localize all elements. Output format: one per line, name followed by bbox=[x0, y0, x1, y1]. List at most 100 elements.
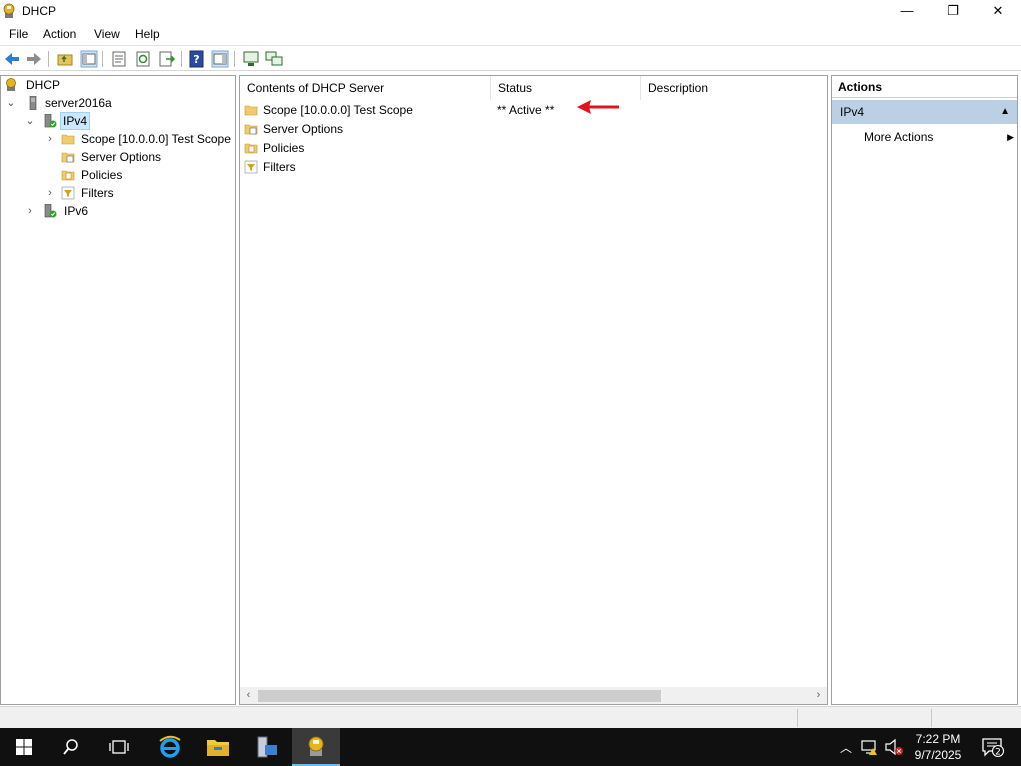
status-separator bbox=[931, 709, 932, 727]
server-options-icon bbox=[61, 152, 75, 163]
taskbar-file-explorer[interactable] bbox=[194, 728, 242, 766]
show-hide-tree-icon[interactable] bbox=[80, 50, 98, 68]
list-row-name: Policies bbox=[263, 141, 305, 155]
task-view-icon bbox=[109, 740, 129, 754]
chevron-up-icon: ︿ bbox=[839, 740, 852, 755]
list-row[interactable]: Scope [10.0.0.0] Test Scope ** Active ** bbox=[244, 101, 824, 120]
policies-icon bbox=[61, 170, 75, 181]
properties-icon[interactable] bbox=[110, 50, 128, 68]
clock[interactable]: 7:22 PM 9/7/2025 bbox=[903, 731, 973, 763]
chevron-right-icon[interactable]: › bbox=[44, 130, 56, 148]
server-authorize-icon[interactable] bbox=[265, 50, 283, 68]
column-header-status[interactable]: Status bbox=[491, 76, 641, 100]
ipv6-icon bbox=[44, 204, 57, 218]
filters-icon bbox=[244, 160, 258, 174]
show-hidden-icons-button[interactable]: ︿ bbox=[836, 728, 856, 766]
menu-file[interactable]: File bbox=[9, 27, 28, 41]
folder-icon bbox=[61, 134, 75, 145]
taskbar-internet-explorer[interactable] bbox=[146, 728, 194, 766]
toolbar: ? bbox=[0, 45, 1021, 71]
menu-view[interactable]: View bbox=[94, 27, 120, 41]
list-row-name: Server Options bbox=[263, 122, 344, 136]
volume-muted-icon bbox=[885, 738, 903, 756]
tree-label: server2016a bbox=[45, 96, 112, 110]
dhcp-app-icon bbox=[308, 736, 324, 756]
filters-icon bbox=[61, 186, 75, 200]
actions-group-ipv4[interactable]: IPv4 ▲ bbox=[832, 100, 1017, 124]
dhcp-root-icon bbox=[6, 78, 16, 91]
status-separator bbox=[797, 709, 798, 727]
forward-icon[interactable] bbox=[25, 50, 43, 68]
menu-help[interactable]: Help bbox=[135, 27, 160, 41]
tree-label: IPv6 bbox=[64, 204, 89, 218]
list-row-name: Filters bbox=[263, 160, 296, 174]
submenu-arrow-icon: ▶ bbox=[1007, 132, 1014, 142]
taskbar-server-manager[interactable] bbox=[243, 728, 291, 766]
list-row-status: ** Active ** bbox=[497, 103, 555, 117]
maximize-button[interactable]: ❐ bbox=[930, 0, 976, 22]
internet-explorer-icon bbox=[159, 735, 181, 758]
toolbar-separator bbox=[181, 51, 182, 67]
task-view-button[interactable] bbox=[95, 728, 143, 766]
server-options-icon bbox=[244, 124, 258, 135]
column-header-contents[interactable]: Contents of DHCP Server bbox=[240, 76, 491, 100]
close-button[interactable]: ✕ bbox=[975, 0, 1021, 22]
back-icon[interactable] bbox=[3, 50, 21, 68]
action-center-button[interactable]: 2 bbox=[978, 728, 1008, 766]
ipv4-icon bbox=[44, 114, 57, 128]
scroll-left-icon[interactable]: ‹ bbox=[240, 687, 257, 704]
server-icon bbox=[29, 96, 37, 110]
list-row[interactable]: Policies bbox=[244, 139, 824, 158]
notification-count: 2 bbox=[995, 748, 1001, 758]
tree-label: Scope [10.0.0.0] Test Scope bbox=[81, 132, 231, 146]
more-actions-item[interactable]: More Actions ▶ bbox=[864, 127, 1014, 147]
search-icon bbox=[63, 739, 78, 755]
start-button[interactable] bbox=[0, 728, 48, 766]
actions-title: Actions bbox=[832, 76, 1017, 98]
tree-label: Filters bbox=[81, 186, 114, 200]
more-actions-label: More Actions bbox=[864, 130, 934, 144]
svg-text:?: ? bbox=[193, 53, 199, 66]
collapse-up-icon[interactable]: ▲ bbox=[1000, 100, 1010, 124]
windows-logo-icon bbox=[16, 739, 32, 755]
up-folder-icon[interactable] bbox=[56, 50, 74, 68]
action-pane-icon[interactable] bbox=[211, 50, 229, 68]
clock-date: 9/7/2025 bbox=[914, 748, 962, 762]
menu-bar: File Action View Help bbox=[0, 23, 1021, 44]
tree-label-selected: IPv4 bbox=[60, 112, 91, 130]
list-row[interactable]: Filters bbox=[244, 158, 824, 177]
network-warning-icon bbox=[861, 740, 877, 755]
red-arrow-annotation bbox=[577, 100, 619, 114]
toolbar-separator bbox=[234, 51, 235, 67]
toolbar-separator bbox=[102, 51, 103, 67]
taskbar: ︿ 7:22 PM 9/7/2025 2 bbox=[0, 728, 1021, 766]
refresh-icon[interactable] bbox=[134, 50, 152, 68]
chevron-down-icon[interactable]: ⌄ bbox=[5, 94, 17, 112]
horizontal-scrollbar[interactable]: ‹ › bbox=[240, 687, 827, 704]
actions-pane: Actions IPv4 ▲ More Actions ▶ bbox=[831, 75, 1018, 705]
chevron-right-icon[interactable]: › bbox=[44, 184, 56, 202]
scrollbar-thumb[interactable] bbox=[258, 690, 661, 702]
chevron-right-icon[interactable]: › bbox=[24, 202, 36, 220]
column-header-description[interactable]: Description bbox=[641, 76, 827, 100]
dhcp-app-icon bbox=[3, 3, 15, 18]
tree-label: Server Options bbox=[81, 150, 162, 164]
notifications-icon: 2 bbox=[982, 738, 1005, 758]
help-icon[interactable]: ? bbox=[188, 50, 206, 68]
status-bar bbox=[0, 706, 1021, 728]
list-row[interactable]: Server Options bbox=[244, 120, 824, 139]
minimize-button[interactable]: — bbox=[884, 0, 930, 22]
chevron-down-icon[interactable]: ⌄ bbox=[24, 112, 36, 130]
list-row-name: Scope [10.0.0.0] Test Scope bbox=[263, 103, 413, 117]
menu-action[interactable]: Action bbox=[43, 27, 76, 41]
search-button[interactable] bbox=[47, 728, 95, 766]
server-manager-icon bbox=[257, 736, 277, 758]
dhcp-window: DHCP — ❐ ✕ File Action View Help ? DHCP … bbox=[0, 0, 1021, 728]
window-title: DHCP bbox=[22, 4, 57, 18]
server-add-icon[interactable] bbox=[242, 50, 260, 68]
toolbar-separator bbox=[48, 51, 49, 67]
taskbar-dhcp-app[interactable] bbox=[292, 728, 340, 766]
scroll-right-icon[interactable]: › bbox=[810, 687, 827, 704]
network-tray-button[interactable] bbox=[858, 728, 882, 766]
export-list-icon[interactable] bbox=[158, 50, 176, 68]
